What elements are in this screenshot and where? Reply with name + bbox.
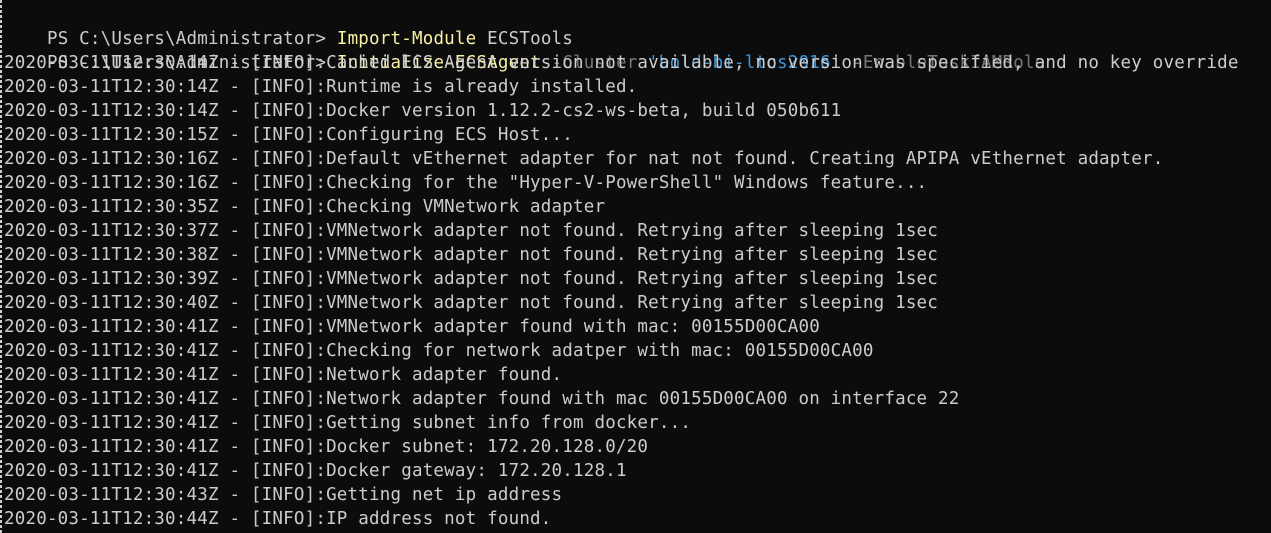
log-line: 2020-03-11T12:30:14Z - [INFO]:Runtime is…	[4, 77, 638, 97]
log-line: 2020-03-11T12:30:38Z - [INFO]:VMNetwork …	[4, 245, 939, 265]
prompt-line-initialize: PS C:\Users\Administrator> Initialize-EC…	[4, 27, 1045, 73]
log-line: 2020-03-11T12:30:41Z - [INFO]:Network ad…	[4, 365, 563, 385]
prompt-line-import: PS C:\Users\Administrator> Import-Module…	[4, 3, 573, 49]
log-line: 2020-03-11T12:30:41Z - [INFO]:Docker gat…	[4, 461, 627, 481]
powershell-console[interactable]: PS C:\Users\Administrator> Import-Module…	[0, 0, 1271, 533]
log-line: 2020-03-11T12:30:41Z - [INFO]:VMNetwork …	[4, 317, 820, 337]
log-line: 2020-03-11T12:30:44Z - [INFO]:IP address…	[4, 509, 552, 529]
log-line: 2020-03-11T12:30:41Z - [INFO]:Checking f…	[4, 341, 874, 361]
log-line: 2020-03-11T12:30:41Z - [INFO]:Network ad…	[4, 389, 960, 409]
log-line: 2020-03-11T12:30:35Z - [INFO]:Checking V…	[4, 197, 606, 217]
log-line: 2020-03-11T12:30:39Z - [INFO]:VMNetwork …	[4, 269, 939, 289]
log-line: 2020-03-11T12:30:41Z - [INFO]:Docker sub…	[4, 437, 649, 457]
log-line: 2020-03-11T12:30:16Z - [INFO]:Checking f…	[4, 173, 928, 193]
log-line: 2020-03-11T12:30:14Z - [INFO]:Cached ECS…	[4, 53, 1239, 73]
log-line: 2020-03-11T12:30:15Z - [INFO]:Configurin…	[4, 125, 574, 145]
log-line: 2020-03-11T12:30:14Z - [INFO]:Docker ver…	[4, 101, 842, 121]
log-line: 2020-03-11T12:30:16Z - [INFO]:Default vE…	[4, 149, 1164, 169]
log-line: 2020-03-11T12:30:41Z - [INFO]:Getting su…	[4, 413, 692, 433]
log-line: 2020-03-11T12:30:43Z - [INFO]:Getting ne…	[4, 485, 563, 505]
log-line: 2020-03-11T12:30:37Z - [INFO]:VMNetwork …	[4, 221, 939, 241]
log-line: 2020-03-11T12:30:40Z - [INFO]:VMNetwork …	[4, 293, 939, 313]
